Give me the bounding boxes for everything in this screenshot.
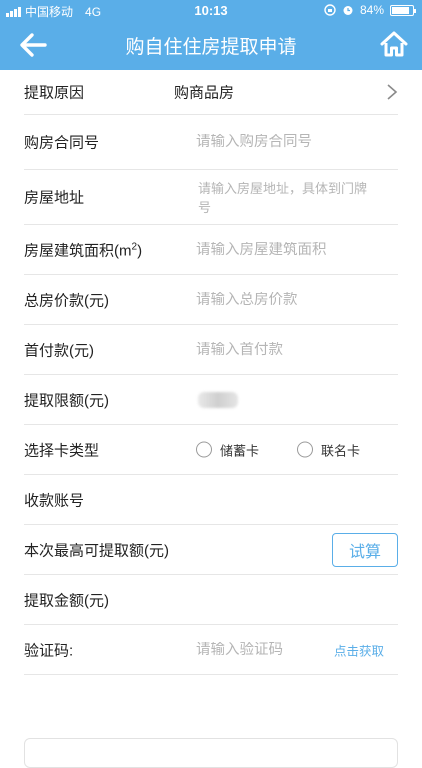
- reason-value: 购商品房: [174, 84, 235, 102]
- orientation-lock-icon: [324, 4, 336, 16]
- area-input[interactable]: [196, 241, 376, 258]
- contract-row: 购房合同号: [24, 115, 398, 170]
- limit-label: 提取限额(元): [24, 392, 109, 409]
- chevron-right-icon[interactable]: [386, 83, 398, 101]
- address-input[interactable]: 请输入房屋地址，具体到门牌号: [198, 179, 376, 217]
- total-price-label: 总房价款(元): [24, 292, 109, 309]
- verify-row: 验证码: 点击获取: [24, 625, 398, 675]
- radio-circle-icon[interactable]: [297, 441, 314, 458]
- battery-icon: [390, 4, 416, 16]
- radio-circle-icon[interactable]: [196, 441, 212, 458]
- account-label: 收款账号: [24, 492, 85, 509]
- limit-row: 提取限额(元): [24, 375, 398, 425]
- total-price-input[interactable]: [196, 291, 376, 308]
- area-label: 房屋建筑面积(m2): [24, 239, 142, 260]
- status-right: 84%: [324, 3, 416, 17]
- down-payment-input[interactable]: [196, 341, 376, 358]
- trial-calc-button[interactable]: 试算: [332, 532, 398, 567]
- area-label-main: 房屋建筑面积(m: [24, 242, 132, 259]
- area-row: 房屋建筑面积(m2): [24, 225, 398, 275]
- bottom-card: [24, 738, 398, 768]
- address-row: 房屋地址 请输入房屋地址，具体到门牌号: [24, 170, 398, 225]
- area-label-tail: ): [137, 242, 143, 259]
- down-payment-row: 首付款(元): [24, 325, 398, 375]
- battery-percent: 84%: [359, 3, 384, 17]
- amount-label: 提取金额(元): [24, 592, 109, 609]
- withdrawal-form: 提取原因 购商品房 购房合同号 房屋地址 请输入房屋地址，具体到门牌号 房屋建筑…: [0, 70, 422, 675]
- card-type-row: 选择卡类型 储蓄卡 联名卡: [24, 425, 398, 475]
- nav-bar: 购自住住房提取申请: [0, 20, 422, 70]
- radio-savings-label: 储蓄卡: [220, 443, 260, 458]
- radio-savings-card[interactable]: 储蓄卡: [196, 440, 259, 459]
- reason-row[interactable]: 提取原因 购商品房: [24, 70, 398, 115]
- total-price-row: 总房价款(元): [24, 275, 398, 325]
- reason-label: 提取原因: [24, 84, 85, 102]
- radio-co-branded-card[interactable]: 联名卡: [297, 440, 360, 459]
- home-icon[interactable]: [380, 30, 408, 58]
- contract-input[interactable]: [196, 134, 376, 150]
- page-title: 购自住住房提取申请: [125, 37, 297, 58]
- alarm-icon: [343, 6, 353, 15]
- address-label: 房屋地址: [24, 189, 85, 207]
- amount-row: 提取金额(元): [24, 575, 398, 625]
- limit-value-blurred: [198, 391, 238, 408]
- radio-co-branded-label: 联名卡: [321, 443, 361, 458]
- app-header: 中国移动 4G 10:13 84% 购自住住房提取申请: [0, 0, 422, 70]
- verify-label: 验证码:: [24, 642, 74, 659]
- account-row: 收款账号: [24, 475, 398, 525]
- card-type-radio-group: 储蓄卡 联名卡: [196, 440, 360, 459]
- card-type-label: 选择卡类型: [24, 442, 100, 459]
- max-amount-label: 本次最高可提取额(元): [24, 542, 169, 559]
- contract-label: 购房合同号: [24, 134, 100, 152]
- verify-input[interactable]: [196, 641, 326, 658]
- status-bar: 中国移动 4G 10:13 84%: [0, 0, 422, 20]
- get-code-link[interactable]: 点击获取: [334, 640, 384, 659]
- max-amount-row: 本次最高可提取额(元) 试算: [24, 525, 398, 575]
- down-payment-label: 首付款(元): [24, 342, 94, 359]
